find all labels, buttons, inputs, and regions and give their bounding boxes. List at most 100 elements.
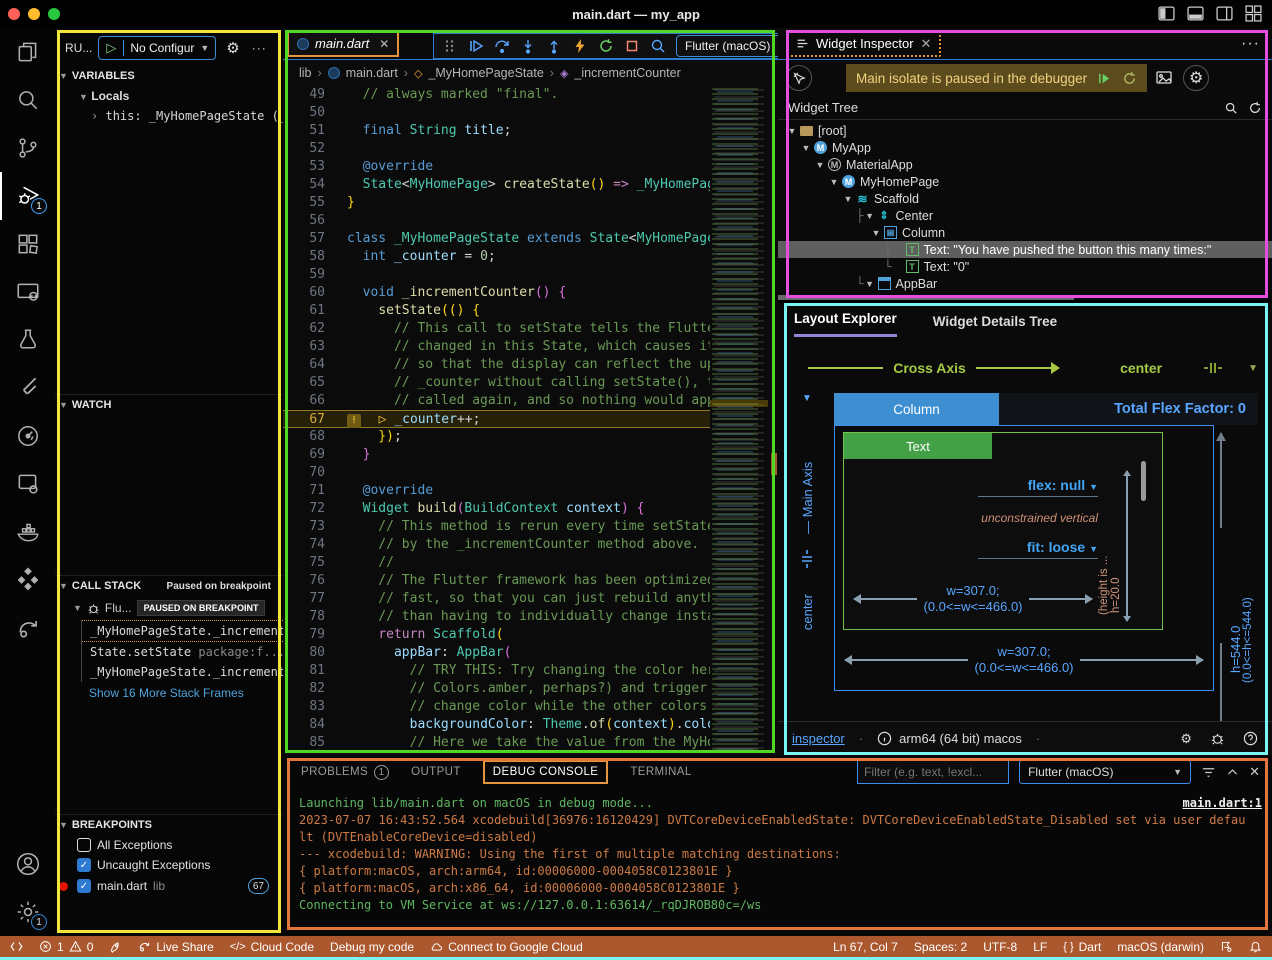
tab-problems[interactable]: PROBLEMS 1 bbox=[301, 765, 389, 780]
minimap[interactable] bbox=[710, 88, 768, 751]
line-number[interactable]: 61 bbox=[283, 302, 329, 320]
debug-my-code-status[interactable]: Debug my code bbox=[330, 940, 414, 954]
code-line[interactable]: 54 State<MyHomePage> createState() => _M… bbox=[283, 176, 710, 194]
line-number[interactable]: 75 bbox=[283, 554, 329, 572]
line-number[interactable]: 79 bbox=[283, 626, 329, 644]
code-line[interactable]: 74 // by the _incrementCounter method ab… bbox=[283, 536, 710, 554]
close-tab-icon[interactable]: ✕ bbox=[379, 37, 389, 51]
resume-icon[interactable] bbox=[1097, 71, 1112, 86]
explorer-icon[interactable] bbox=[0, 28, 55, 76]
widget-tree-node[interactable]: ▼≋Scaffold bbox=[778, 190, 1272, 207]
launch-config-dropdown[interactable]: No Configur bbox=[124, 41, 200, 55]
text-widget-header[interactable]: Text bbox=[844, 433, 992, 459]
show-more-frames-link[interactable]: Show 16 More Stack Frames bbox=[55, 682, 283, 704]
launch-config-control[interactable]: ▷ No Configur ▼ bbox=[98, 36, 216, 60]
line-number[interactable]: 66 bbox=[283, 392, 329, 410]
line-number[interactable]: 72 bbox=[283, 500, 329, 518]
restart-icon[interactable] bbox=[598, 38, 614, 54]
remote-explorer-icon[interactable] bbox=[0, 268, 55, 316]
code-line[interactable]: 49 // always marked "final". bbox=[283, 86, 710, 104]
devtools-settings-icon[interactable]: ⚙ bbox=[1180, 731, 1192, 747]
variable-this[interactable]: › this: _MyHomePageState (_MyH bbox=[55, 106, 283, 126]
drag-handle-icon[interactable] bbox=[442, 38, 458, 54]
code-line[interactable]: 58 int _counter = 0; bbox=[283, 248, 710, 266]
step-out-icon[interactable] bbox=[546, 38, 562, 54]
close-panel-icon[interactable]: ✕ bbox=[1249, 764, 1260, 780]
code-line[interactable]: 69 } bbox=[283, 446, 710, 464]
code-line[interactable]: 80 appBar: AppBar( bbox=[283, 644, 710, 662]
line-number[interactable]: 55 bbox=[283, 194, 329, 212]
widget-tree-node[interactable]: ▼▤Column bbox=[778, 224, 1272, 241]
code-line[interactable]: 62 // This call to setState tells the Fl… bbox=[283, 320, 710, 338]
chevron-down-icon[interactable]: ▼ bbox=[1248, 363, 1258, 374]
fit-value-dropdown[interactable]: fit: loose ▼ bbox=[978, 539, 1098, 555]
horizontal-scrollbar[interactable] bbox=[778, 295, 1074, 300]
line-number[interactable]: 51 bbox=[283, 122, 329, 140]
line-number[interactable]: 81 bbox=[283, 662, 329, 680]
hot-reload-icon[interactable] bbox=[572, 38, 588, 54]
live-share-icon[interactable] bbox=[0, 604, 55, 652]
code-line[interactable]: 66 // called again, and so nothing would… bbox=[283, 392, 710, 410]
extensions-icon[interactable] bbox=[0, 220, 55, 268]
code-line[interactable]: 85 // Here we take the value from the My… bbox=[283, 734, 710, 752]
line-number[interactable]: 53 bbox=[283, 158, 329, 176]
tab-output[interactable]: OUTPUT bbox=[411, 766, 461, 778]
connect-gcloud-status[interactable]: Connect to Google Cloud bbox=[430, 940, 583, 954]
breadcrumb-method[interactable]: _incrementCounter bbox=[574, 66, 680, 80]
tab-widget-details-tree[interactable]: Widget Details Tree bbox=[933, 314, 1057, 337]
lightbulb-icon[interactable]: ! bbox=[347, 414, 361, 428]
more-actions-icon[interactable]: ··· bbox=[1241, 35, 1260, 53]
code-line[interactable]: 56 bbox=[283, 212, 710, 230]
toggle-sidebar-icon[interactable] bbox=[1158, 5, 1175, 22]
chevron-down-icon[interactable]: ▼ bbox=[800, 143, 812, 153]
language-mode[interactable]: { } Dart bbox=[1063, 940, 1101, 954]
line-number[interactable]: 58 bbox=[283, 248, 329, 266]
code-line[interactable]: 79 return Scaffold( bbox=[283, 626, 710, 644]
editor-scrollbar[interactable] bbox=[770, 88, 778, 751]
maximize-panel-icon[interactable] bbox=[1226, 766, 1239, 779]
testing-icon[interactable] bbox=[0, 316, 55, 364]
code-line[interactable]: 59 bbox=[283, 266, 710, 284]
breakpoint-row[interactable]: ✓main.dartlib67 bbox=[55, 875, 283, 897]
remote-indicator[interactable] bbox=[10, 940, 23, 953]
code-area[interactable]: 49 // always marked "final".5051 final S… bbox=[283, 86, 710, 755]
inspect-widget-icon[interactable] bbox=[650, 38, 666, 54]
notifications-bell-icon[interactable] bbox=[1249, 940, 1262, 953]
code-line[interactable]: 52 bbox=[283, 140, 710, 158]
code-line[interactable]: 55} bbox=[283, 194, 710, 212]
gitlens-icon[interactable] bbox=[0, 556, 55, 604]
tab-terminal[interactable]: TERMINAL bbox=[630, 766, 691, 778]
chevron-down-icon[interactable]: ▼ bbox=[814, 160, 826, 170]
code-line[interactable]: 53 @override bbox=[283, 158, 710, 176]
line-number[interactable]: 77 bbox=[283, 590, 329, 608]
code-line[interactable]: 78 // than having to individually change… bbox=[283, 608, 710, 626]
chevron-down-icon[interactable]: ▼ bbox=[870, 228, 882, 238]
breakpoint-checkbox[interactable]: ✓ bbox=[77, 879, 91, 893]
line-number[interactable]: 64 bbox=[283, 356, 329, 374]
code-line[interactable]: 67! ▷ _counter++; bbox=[283, 410, 710, 428]
code-line[interactable]: 63 // changed in this State, which cause… bbox=[283, 338, 710, 356]
debug-settings-gear-icon[interactable]: ⚙ bbox=[226, 39, 239, 57]
device-dropdown[interactable]: Flutter (macOS)▼ bbox=[676, 35, 778, 57]
chevron-down-icon[interactable]: ▼ bbox=[864, 279, 876, 289]
code-line[interactable]: 81 // TRY THIS: Try changing the color h… bbox=[283, 662, 710, 680]
line-number[interactable]: 82 bbox=[283, 680, 329, 698]
widget-tree-node[interactable]: ├ ▼⇕Center bbox=[778, 207, 1272, 224]
code-line[interactable]: 75 // bbox=[283, 554, 710, 572]
breadcrumb-class[interactable]: _MyHomePageState bbox=[428, 66, 543, 80]
line-number[interactable]: 56 bbox=[283, 212, 329, 230]
inspector-settings-button[interactable]: ⚙ bbox=[1183, 65, 1209, 91]
code-line[interactable]: 61 setState(() { bbox=[283, 302, 710, 320]
widget-tree-node[interactable]: └ TText: "0" bbox=[778, 258, 1272, 275]
code-line[interactable]: 64 // so that the display can reflect th… bbox=[283, 356, 710, 374]
code-line[interactable]: 76 // The Flutter framework has been opt… bbox=[283, 572, 710, 590]
tab-main-dart[interactable]: main.dart ✕ bbox=[287, 31, 399, 57]
search-icon[interactable] bbox=[1224, 101, 1238, 115]
variables-section-header[interactable]: ▼ VARIABLES bbox=[55, 66, 283, 86]
close-tab-icon[interactable]: ✕ bbox=[921, 36, 932, 52]
report-bug-icon[interactable] bbox=[1210, 731, 1225, 746]
cross-axis-alignment-value[interactable]: center bbox=[1120, 360, 1162, 376]
cloud-code-icon[interactable] bbox=[0, 460, 55, 508]
breadcrumb-lib[interactable]: lib bbox=[299, 66, 312, 80]
settings-gear-icon[interactable]: 1 bbox=[0, 888, 55, 936]
